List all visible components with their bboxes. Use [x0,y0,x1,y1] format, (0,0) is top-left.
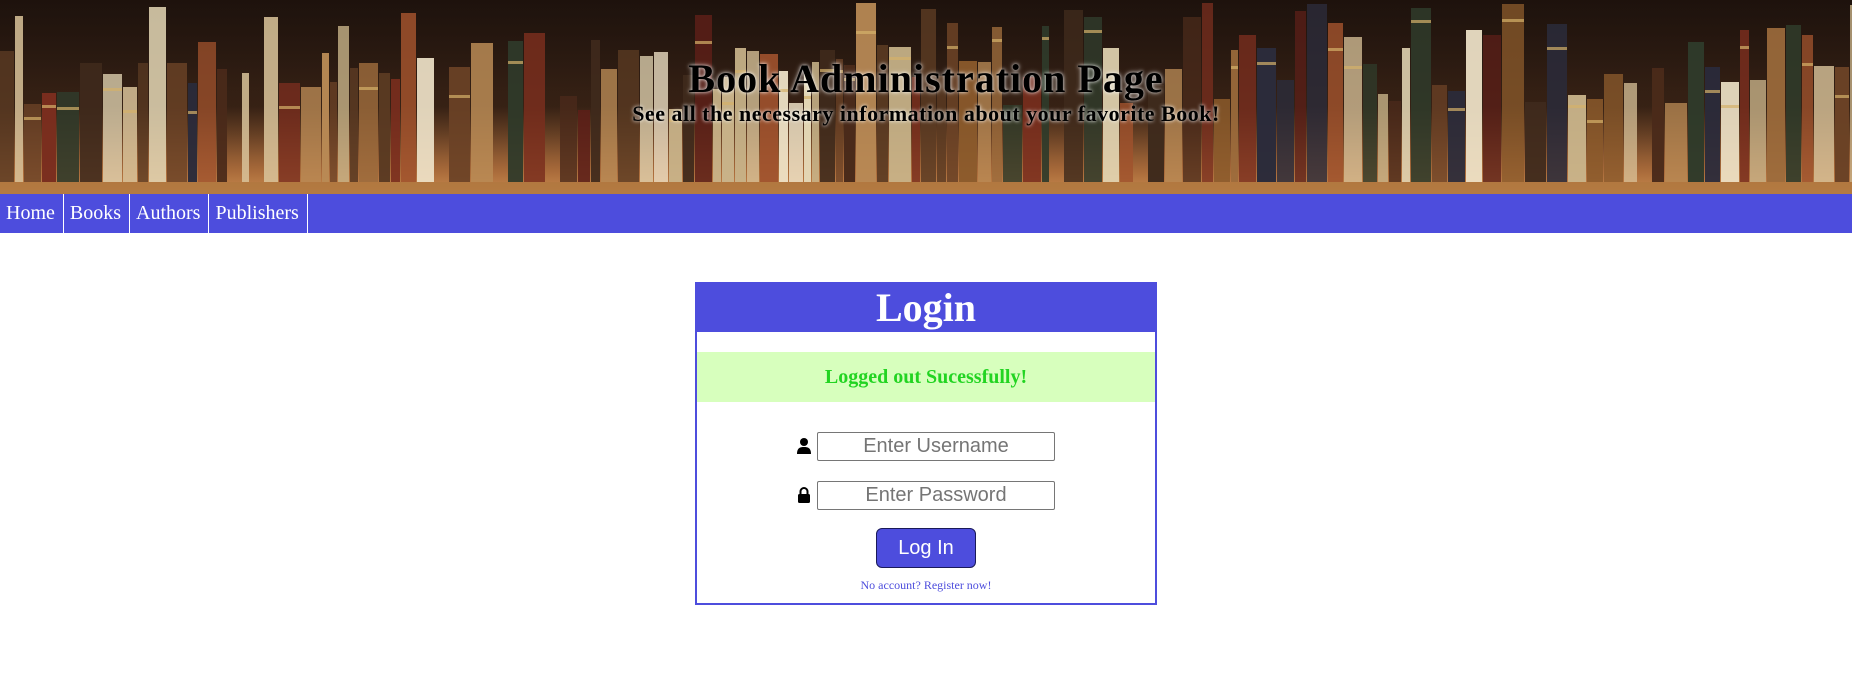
book-spine-band [992,39,1002,42]
book-spine-band [1084,30,1102,33]
book-spine-band [1740,46,1749,49]
book-spine-band [695,41,712,44]
username-input[interactable] [817,431,1055,461]
logout-success-alert: Logged out Sucessfully! [697,352,1155,402]
password-row [697,480,1155,510]
book-spine-band [947,46,958,49]
register-link[interactable]: No account? Register now! [697,578,1155,593]
page-title: Book Administration Page [688,56,1164,101]
page-subtitle: See all the necessary information about … [632,101,1220,126]
book-spine-band [1547,47,1567,50]
login-card: Login Logged out Sucessfully! Log In No … [695,282,1157,605]
user-icon [797,437,811,455]
banner-text-block: Book Administration Page See all the nec… [0,56,1852,126]
header-banner: Book Administration Page See all the nec… [0,0,1852,194]
nav-item-home[interactable]: Home [0,194,64,233]
login-heading: Login [697,284,1155,332]
book-spine-band [1328,48,1343,51]
login-button[interactable]: Log In [876,528,976,568]
submit-row: Log In [697,528,1155,568]
lock-icon [797,486,811,504]
book-spine-band [1411,20,1431,23]
book-spine-band [1502,19,1524,22]
password-input[interactable] [817,480,1055,510]
nav-item-authors[interactable]: Authors [130,194,210,233]
nav-item-publishers[interactable]: Publishers [209,194,308,233]
nav-item-books[interactable]: Books [64,194,131,233]
main-navbar: Home Books Authors Publishers [0,194,1852,233]
username-row [697,431,1155,461]
book-spine-band [856,31,876,34]
book-spine-band [1042,37,1049,40]
